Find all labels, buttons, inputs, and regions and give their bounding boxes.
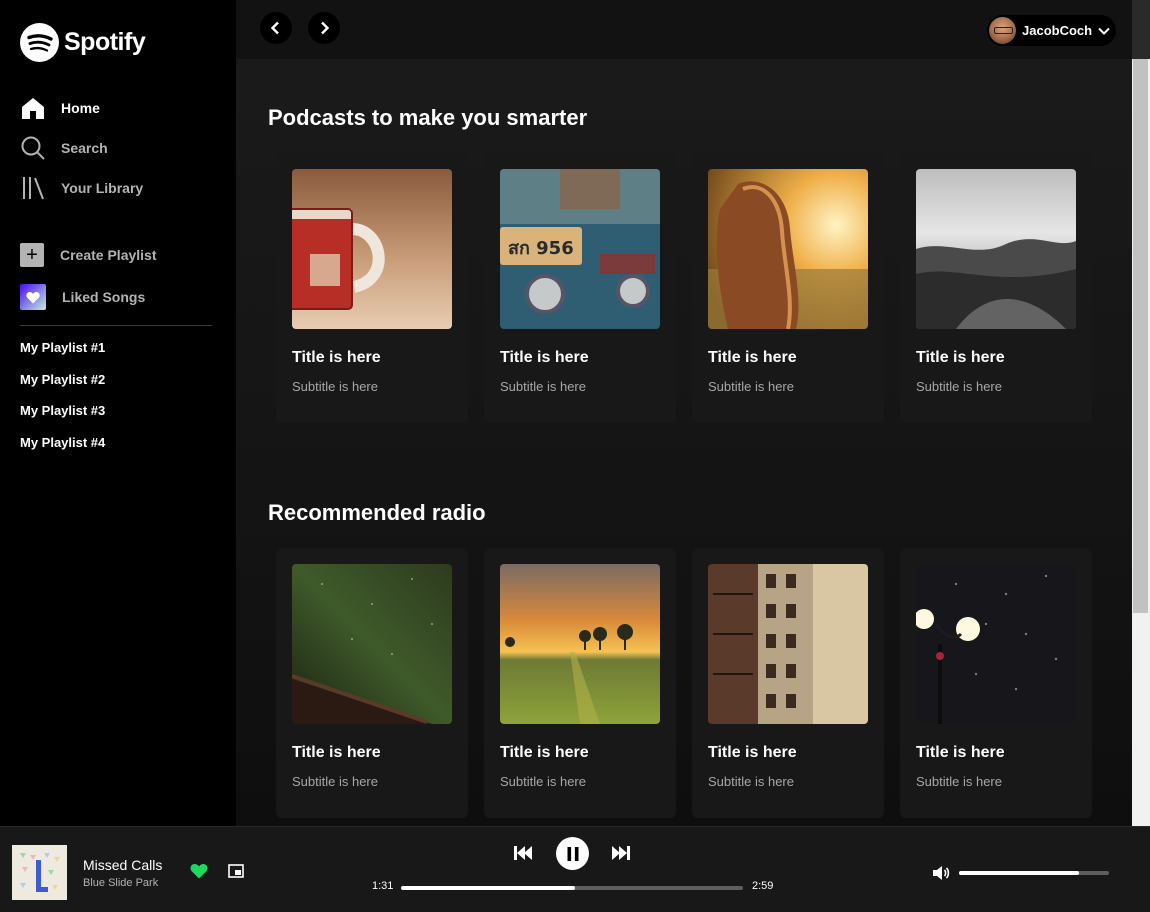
card-title: Title is here xyxy=(292,349,381,366)
like-button[interactable] xyxy=(190,863,208,884)
card[interactable]: Title is here Subtitle is here xyxy=(900,153,1092,423)
svg-text:สก 956: สก 956 xyxy=(508,238,574,259)
progress-fill xyxy=(401,886,576,890)
scrollbar-thumb[interactable] xyxy=(1133,59,1148,613)
playlist-item[interactable]: My Playlist #3 xyxy=(20,403,105,435)
card-subtitle: Subtitle is here xyxy=(292,774,378,789)
card-subtitle: Subtitle is here xyxy=(292,379,378,394)
app-name: Spotify xyxy=(64,28,146,56)
album-art[interactable] xyxy=(12,845,67,900)
main-content: JacobCoch Podcasts to make you smarter T… xyxy=(236,0,1132,826)
volume-button[interactable] xyxy=(932,865,950,886)
chevron-right-icon xyxy=(321,21,330,35)
playlist-list: My Playlist #1 My Playlist #2 My Playlis… xyxy=(20,340,105,466)
library-icon xyxy=(20,175,46,201)
card-title: Title is here xyxy=(916,349,1005,366)
skip-forward-icon xyxy=(612,846,630,860)
nav-search-label: Search xyxy=(61,140,108,156)
card[interactable]: Title is here Subtitle is here xyxy=(692,548,884,818)
sidebar-divider xyxy=(20,325,212,326)
pause-icon xyxy=(567,846,578,861)
nav-library-label: Your Library xyxy=(61,180,144,196)
playlist-item[interactable]: My Playlist #1 xyxy=(20,340,105,372)
card[interactable]: Title is here Subtitle is here xyxy=(276,153,468,423)
card[interactable]: Title is here Subtitle is here xyxy=(276,548,468,818)
nav-library[interactable]: Your Library xyxy=(20,174,220,202)
user-menu-button[interactable]: JacobCoch xyxy=(987,15,1116,46)
home-icon xyxy=(20,95,46,121)
create-playlist-label: Create Playlist xyxy=(60,247,157,263)
section-title: Recommended radio xyxy=(268,500,486,525)
card-image xyxy=(916,564,1076,724)
volume-icon xyxy=(933,866,950,880)
card-title: Title is here xyxy=(708,744,797,761)
card-subtitle: Subtitle is here xyxy=(916,379,1002,394)
card-title: Title is here xyxy=(292,744,381,761)
card-title: Title is here xyxy=(500,744,589,761)
card-subtitle: Subtitle is here xyxy=(708,379,794,394)
picture-in-picture-button[interactable] xyxy=(228,864,244,883)
playlist-item[interactable]: My Playlist #4 xyxy=(20,435,105,467)
nav-home-label: Home xyxy=(61,100,100,116)
card-image xyxy=(708,564,868,724)
next-button[interactable] xyxy=(611,844,631,867)
back-button[interactable] xyxy=(260,12,292,44)
current-time: 1:31 xyxy=(372,880,394,892)
picture-in-picture-icon xyxy=(228,864,244,878)
track-title[interactable]: Missed Calls xyxy=(83,857,162,873)
top-bar: JacobCoch xyxy=(236,0,1132,59)
main-nav: Home Search Your Library xyxy=(20,94,220,214)
heart-icon xyxy=(20,284,46,310)
nav-home[interactable]: Home xyxy=(20,94,220,122)
scrollbar-top xyxy=(1132,0,1150,59)
card-image xyxy=(916,169,1076,329)
skip-back-icon xyxy=(514,846,532,860)
avatar xyxy=(989,17,1016,44)
card-subtitle: Subtitle is here xyxy=(500,379,586,394)
card-image: สก 956 xyxy=(500,169,660,329)
nav-search[interactable]: Search xyxy=(20,134,220,162)
card[interactable]: Title is here Subtitle is here xyxy=(900,548,1092,818)
card-title: Title is here xyxy=(708,349,797,366)
search-icon xyxy=(20,135,46,161)
player-bar: Missed Calls Blue Slide Park 1:31 2:59 xyxy=(0,826,1150,912)
card[interactable]: Title is here Subtitle is here xyxy=(484,548,676,818)
user-name: JacobCoch xyxy=(1022,23,1093,38)
previous-button[interactable] xyxy=(513,844,533,867)
progress-bar[interactable] xyxy=(401,886,743,890)
card-image xyxy=(708,169,868,329)
volume-slider[interactable] xyxy=(959,871,1109,875)
card-image xyxy=(292,169,452,329)
card-title: Title is here xyxy=(500,349,589,366)
heart-filled-icon xyxy=(190,863,208,879)
card-row: Title is here Subtitle is here Title is xyxy=(276,548,1092,818)
spotify-icon xyxy=(20,23,59,62)
pause-button[interactable] xyxy=(556,837,589,870)
card[interactable]: สก 956 Title is here Subtitle is here xyxy=(484,153,676,423)
forward-button[interactable] xyxy=(308,12,340,44)
card-subtitle: Subtitle is here xyxy=(916,774,1002,789)
card-subtitle: Subtitle is here xyxy=(708,774,794,789)
card-row: Title is here Subtitle is here สก 956 Ti… xyxy=(276,153,1092,423)
card-title: Title is here xyxy=(916,744,1005,761)
sidebar: Spotify Home Search Your Library + Creat… xyxy=(0,0,236,826)
plus-icon: + xyxy=(20,243,44,267)
sidebar-actions: + Create Playlist Liked Songs xyxy=(20,242,220,326)
card-image xyxy=(292,564,452,724)
section-title: Podcasts to make you smarter xyxy=(268,105,588,130)
chevron-down-icon xyxy=(1098,27,1110,35)
volume-fill xyxy=(959,871,1079,875)
spotify-logo[interactable]: Spotify xyxy=(20,23,146,62)
total-time: 2:59 xyxy=(752,880,774,892)
playlist-item[interactable]: My Playlist #2 xyxy=(20,372,105,404)
card-subtitle: Subtitle is here xyxy=(500,774,586,789)
create-playlist-button[interactable]: + Create Playlist xyxy=(20,242,220,268)
liked-songs-label: Liked Songs xyxy=(62,289,146,305)
track-artist[interactable]: Blue Slide Park xyxy=(83,877,158,889)
card[interactable]: Title is here Subtitle is here xyxy=(692,153,884,423)
card-image xyxy=(500,564,660,724)
chevron-left-icon xyxy=(270,21,279,35)
liked-songs-button[interactable]: Liked Songs xyxy=(20,284,220,310)
